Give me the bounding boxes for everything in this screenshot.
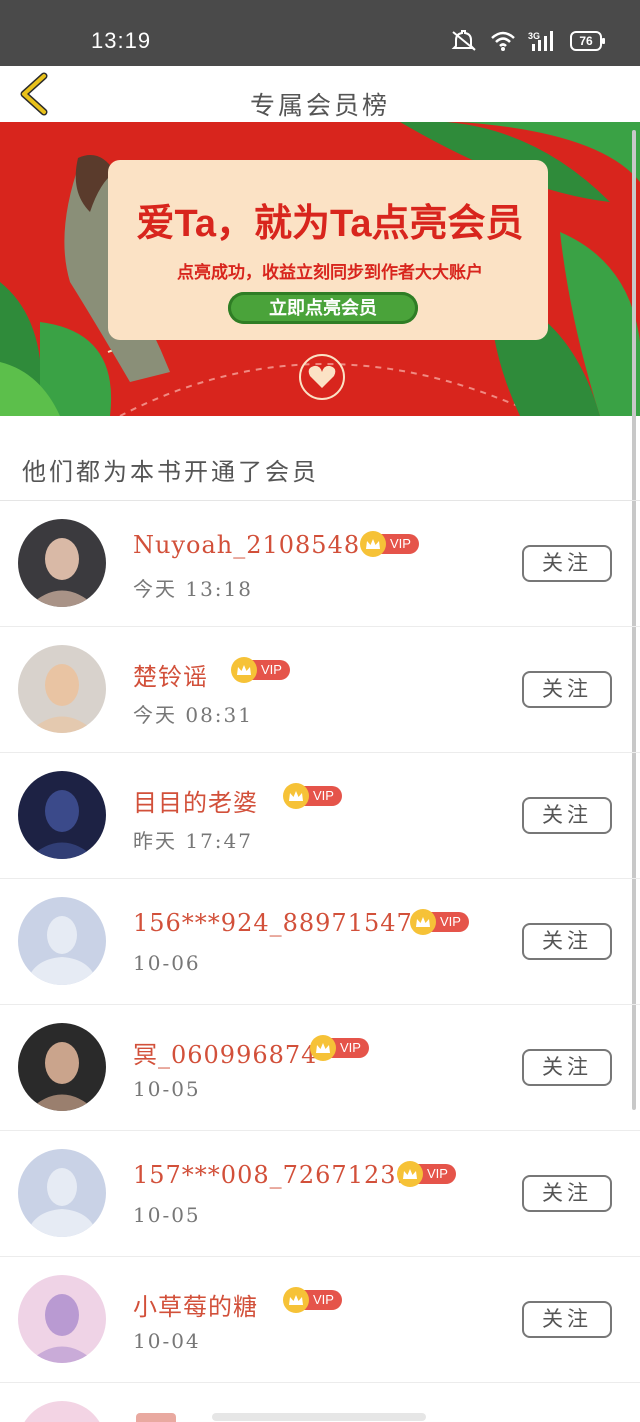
mute-icon [451,30,476,51]
member-name[interactable]: 小草莓的糖 [133,1287,258,1322]
follow-button[interactable]: 关注 [522,671,612,708]
vip-badge [212,1413,426,1421]
wifi-icon [491,31,515,51]
svg-text:3G: 3G [528,31,540,41]
crown-icon [360,531,386,557]
follow-button[interactable]: 关注 [522,1175,612,1212]
follow-button[interactable]: 关注 [522,923,612,960]
follow-button[interactable]: 关注 [522,1049,612,1086]
member-time: 10-05 [133,1203,201,1227]
member-time: 10-05 [133,1077,201,1101]
vip-badge: VIP [360,531,419,557]
member-row[interactable]: 冥_060996874 VIP 10-05 关注 [0,1005,640,1131]
member-time: 今天 13:18 [133,577,253,601]
battery-icon: 76 [570,31,605,51]
follow-button[interactable]: 关注 [522,1301,612,1338]
member-name[interactable]: 目目的老婆 [133,783,258,818]
section-heading: 他们都为本书开通了会员 [22,458,319,486]
activate-membership-button[interactable]: 立即点亮会员 [228,292,418,324]
default-avatar-icon [18,1149,106,1237]
vip-badge: VIP [231,657,290,683]
member-row[interactable]: 157***008_726712395 VIP 10-05 关注 [0,1131,640,1257]
crown-icon [397,1161,423,1187]
status-bar: 13:19 3G 76 [0,0,640,66]
member-name[interactable]: 156***924_8897154766 [133,909,445,937]
banner-subline: 点亮成功，收益立刻同步到作者大大账户 [177,263,483,282]
default-avatar-icon [18,897,106,985]
member-row[interactable]: 小草莓的糖 VIP 10-04 关注 [0,1257,640,1383]
member-name[interactable]: Nuyoah_210854868 [133,531,393,559]
member-time: 10-04 [133,1329,201,1353]
vip-badge: VIP [310,1035,369,1061]
avatar[interactable] [18,771,106,859]
avatar[interactable] [18,519,106,607]
avatar[interactable] [18,1275,106,1363]
avatar[interactable] [18,1149,106,1237]
nav-bar: 专属会员榜 [0,66,640,122]
avatar[interactable] [18,897,106,985]
member-list: Nuyoah_210854868 VIP 今天 13:18 关注 楚铃谣 VIP 今天 08… [0,501,640,1422]
status-icons: 3G 76 [450,28,605,54]
member-row[interactable]: 156***924_8897154766 VIP 10-06 关注 [0,879,640,1005]
vip-badge: VIP [283,783,342,809]
promo-banner[interactable]: 爱Ta，就为Ta点亮会员 点亮成功，收益立刻同步到作者大大账户 立即点亮会员 [0,122,640,416]
member-time: 昨天 17:47 [133,829,253,853]
member-time: 今天 08:31 [133,703,253,727]
member-name[interactable]: 157***008_726712395 [133,1161,429,1189]
crown-icon [410,909,436,935]
avatar[interactable] [18,1023,106,1111]
crown-icon [283,783,309,809]
member-name[interactable]: 冥_060996874 [133,1035,317,1070]
member-row[interactable]: 楚铃谣 VIP 今天 08:31 关注 [0,627,640,753]
member-row[interactable]: Nuyoah_210854868 VIP 今天 13:18 关注 [0,501,640,627]
banner-headline: 爱Ta，就为Ta点亮会员 [136,203,524,245]
member-name[interactable]: 楚铃谣 [133,657,208,692]
crown-icon [310,1035,336,1061]
follow-button[interactable]: 关注 [522,545,612,582]
name-placeholder [136,1413,176,1422]
avatar[interactable] [18,645,106,733]
member-time: 10-06 [133,951,201,975]
member-row-partial[interactable] [0,1383,640,1422]
signal-icon: 3G [528,31,553,51]
vip-badge: VIP [397,1161,456,1187]
crown-icon [231,657,257,683]
vip-badge: VIP [283,1287,342,1313]
avatar[interactable] [18,1401,106,1422]
page-title: 专属会员榜 [249,91,390,120]
vip-badge: VIP [410,909,469,935]
member-row[interactable]: 目目的老婆 VIP 昨天 17:47 关注 [0,753,640,879]
follow-button[interactable]: 关注 [522,797,612,834]
status-time: 13:19 [91,28,152,53]
crown-icon [283,1287,309,1313]
